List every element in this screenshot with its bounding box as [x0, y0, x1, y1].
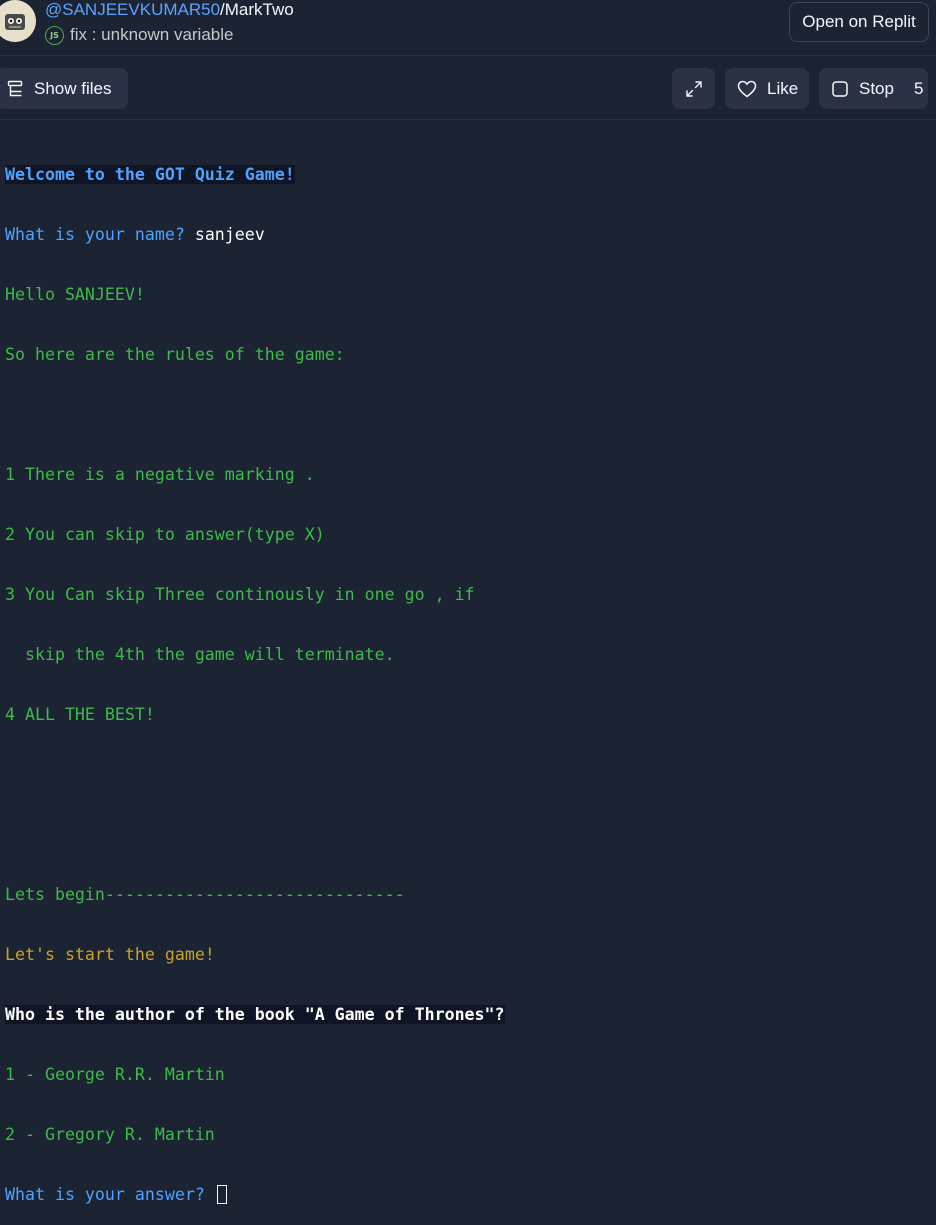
avatar[interactable]: [0, 0, 36, 42]
console-output[interactable]: Welcome to the GOT Quiz Game! What is yo…: [5, 125, 930, 1225]
commit-info: JS fix : unknown variable: [45, 24, 233, 46]
console-name-prompt: What is your name?: [5, 225, 195, 244]
like-label: Like: [767, 78, 799, 98]
console-line: What is your answer?: [5, 1185, 930, 1205]
console-welcome-text: Welcome to the GOT Quiz Game!: [5, 165, 295, 184]
console-line: Who is the author of the book "A Game of…: [5, 1005, 930, 1025]
console-question: Who is the author of the book "A Game of…: [5, 1005, 505, 1024]
embed-header: @SANJEEVKUMAR50/MarkTwo JS fix : unknown…: [0, 0, 936, 56]
show-files-label: Show files: [34, 78, 112, 98]
open-on-replit-button[interactable]: Open on Replit: [789, 2, 929, 42]
files-icon: [7, 80, 23, 97]
console-line: 1 - George R.R. Martin: [5, 1065, 225, 1084]
commit-message: fix : unknown variable: [70, 25, 234, 44]
console-line: Let's start the game!: [5, 945, 215, 964]
embed-toolbar: Show files Like Stop 5: [0, 57, 936, 120]
nodejs-icon: JS: [45, 25, 64, 45]
stop-label: Stop: [859, 78, 894, 98]
console-line: 2 You can skip to answer(type X): [5, 525, 325, 544]
run-count: 5: [913, 78, 924, 98]
open-on-replit-label: Open on Replit: [802, 12, 916, 31]
console-line: skip the 4th the game will terminate.: [5, 645, 395, 664]
console-line: 4 ALL THE BEST!: [5, 705, 155, 724]
console-line: 3 You Can skip Three continously in one …: [5, 585, 475, 604]
repl-title[interactable]: @SANJEEVKUMAR50/MarkTwo: [45, 0, 294, 20]
expand-button[interactable]: [672, 68, 715, 109]
repl-name-link[interactable]: MarkTwo: [225, 0, 294, 19]
expand-icon: [685, 80, 702, 97]
console-answer-prompt: What is your answer?: [5, 1185, 215, 1204]
console-user-input: sanjeev: [194, 225, 265, 244]
show-files-button[interactable]: Show files: [0, 68, 128, 109]
console-line: Welcome to the GOT Quiz Game!: [5, 165, 930, 185]
stop-button[interactable]: Stop 5: [819, 68, 928, 109]
console-line: What is your name? sanjeev: [5, 225, 930, 245]
stop-icon: [832, 80, 848, 97]
console-line: 1 There is a negative marking .: [5, 465, 315, 484]
avatar-image: [0, 0, 36, 42]
like-button[interactable]: Like: [725, 68, 809, 109]
console-line: 2 - Gregory R. Martin: [5, 1125, 215, 1144]
console-line: Hello SANJEEV!: [5, 285, 145, 304]
console-line: So here are the rules of the game:: [5, 345, 345, 364]
repl-owner-link[interactable]: @SANJEEVKUMAR50: [45, 0, 220, 19]
console-cursor[interactable]: [216, 1185, 227, 1204]
heart-icon: [737, 80, 757, 97]
console-line: Lets begin------------------------------: [5, 885, 405, 904]
